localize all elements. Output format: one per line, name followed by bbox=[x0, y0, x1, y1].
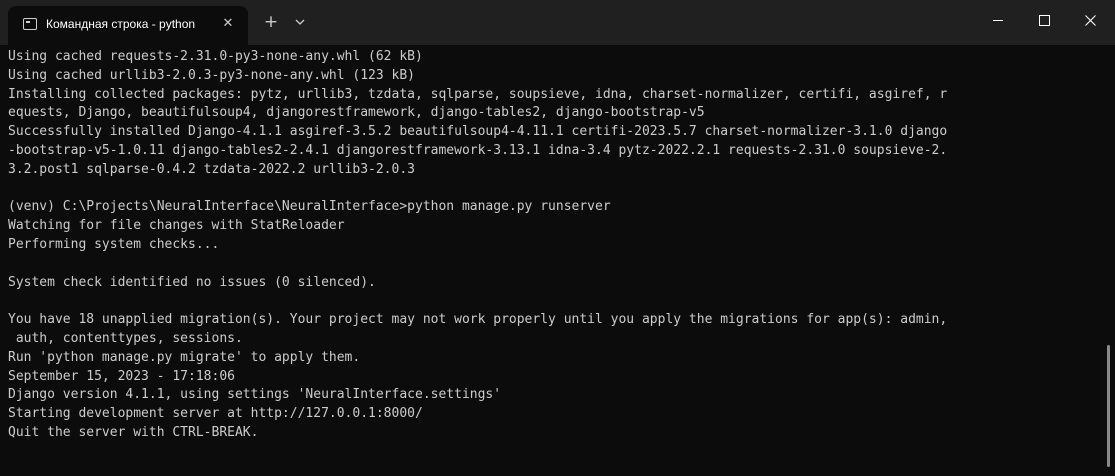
terminal-window: Командная строка - python ✕ + Using cach… bbox=[0, 0, 1115, 476]
terminal-line: Installing collected packages: pytz, url… bbox=[8, 86, 948, 102]
terminal-line: 3.2.post1 sqlparse-0.4.2 tzdata-2022.2 u… bbox=[8, 161, 415, 177]
terminal-line: Run 'python manage.py migrate' to apply … bbox=[8, 349, 361, 365]
terminal-line: System check identified no issues (0 sil… bbox=[8, 274, 376, 290]
vertical-scrollbar[interactable] bbox=[1107, 345, 1110, 467]
terminal-line: (venv) C:\Projects\NeuralInterface\Neura… bbox=[8, 199, 611, 215]
terminal-line: Quit the server with CTRL-BREAK. bbox=[8, 424, 259, 440]
terminal-output[interactable]: Using cached requests-2.31.0-py3-none-an… bbox=[8, 48, 1108, 443]
terminal-line: Starting development server at http://12… bbox=[8, 406, 423, 422]
title-bar[interactable]: Командная строка - python ✕ + bbox=[0, 0, 1115, 45]
close-icon bbox=[1084, 14, 1096, 26]
terminal-line: -bootstrap-v5-1.0.11 django-tables2-2.4.… bbox=[8, 142, 948, 158]
terminal-line: auth, contenttypes, sessions. bbox=[8, 330, 243, 346]
terminal-icon bbox=[23, 18, 37, 30]
terminal-line: You have 18 unapplied migration(s). Your… bbox=[8, 312, 948, 328]
minimize-icon bbox=[993, 19, 1003, 21]
new-tab-button[interactable]: + bbox=[262, 12, 280, 32]
terminal-line: equests, Django, beautifulsoup4, djangor… bbox=[8, 105, 705, 121]
tab-title: Командная строка - python bbox=[46, 17, 196, 31]
close-window-button[interactable] bbox=[1067, 0, 1113, 40]
chevron-down-icon[interactable] bbox=[292, 14, 308, 30]
terminal-line: Performing system checks... bbox=[8, 236, 220, 252]
terminal-line: Django version 4.1.1, using settings 'Ne… bbox=[8, 387, 502, 403]
terminal-line: Successfully installed Django-4.1.1 asgi… bbox=[8, 124, 948, 140]
terminal-line: Using cached urllib3-2.0.3-py3-none-any.… bbox=[8, 67, 415, 83]
minimize-button[interactable] bbox=[975, 0, 1021, 40]
maximize-button[interactable] bbox=[1021, 0, 1067, 40]
terminal-line: Watching for file changes with StatReloa… bbox=[8, 218, 345, 234]
terminal-line: September 15, 2023 - 17:18:06 bbox=[8, 368, 235, 384]
maximize-icon bbox=[1038, 14, 1050, 26]
terminal-line: Using cached requests-2.31.0-py3-none-an… bbox=[8, 49, 423, 64]
close-tab-icon[interactable]: ✕ bbox=[220, 16, 236, 32]
tab-command-prompt[interactable]: Командная строка - python ✕ bbox=[8, 6, 248, 45]
